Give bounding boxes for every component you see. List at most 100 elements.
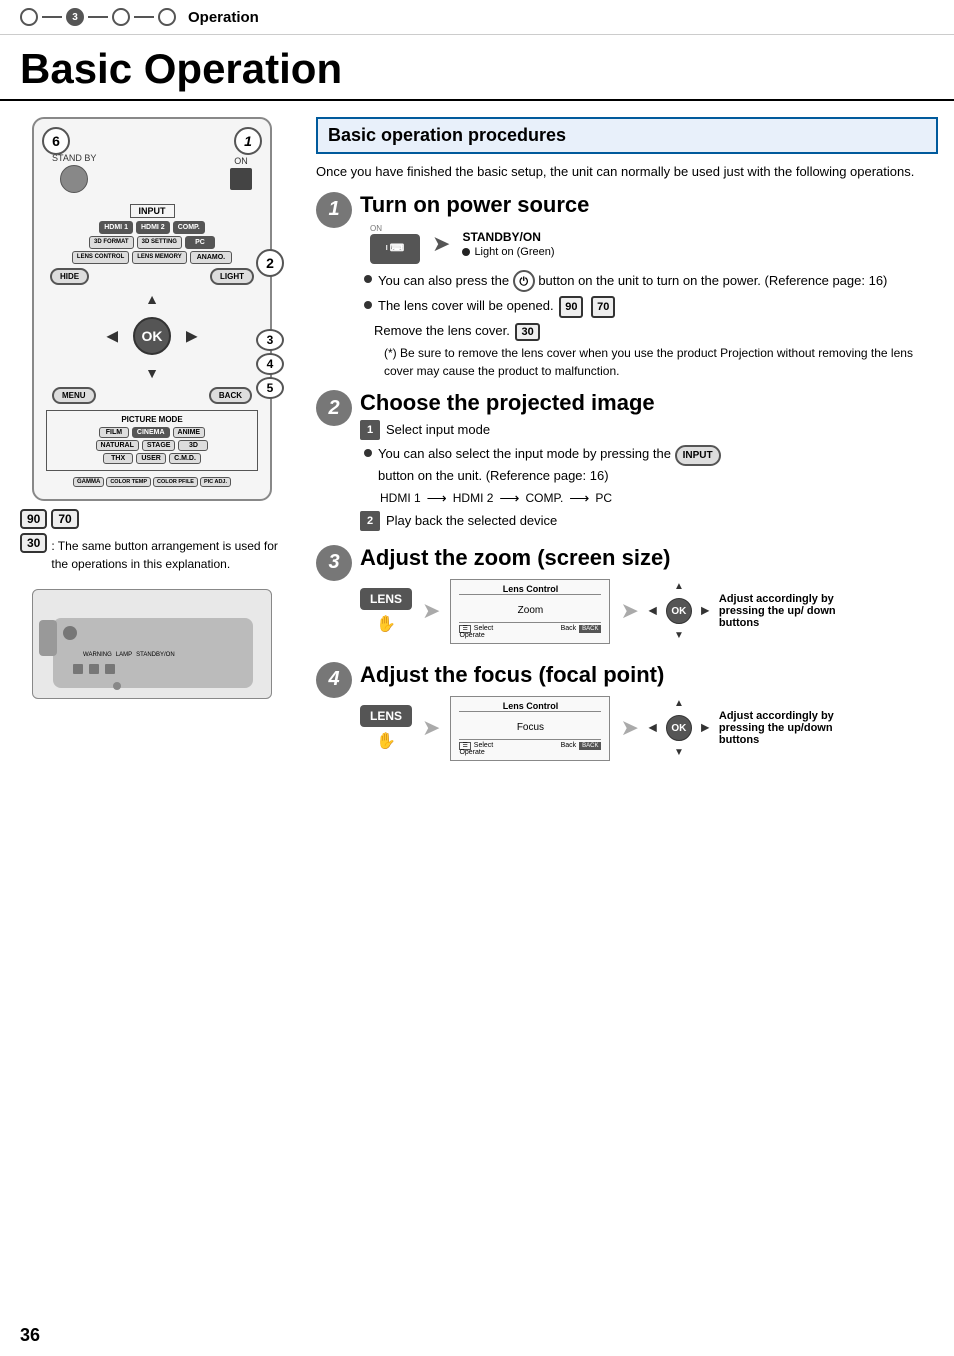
bottom-row-btns: GAMMA COLOR TEMP COLOR PFILE PIC ADJ.	[42, 475, 262, 489]
step4-back-label: Back BACK	[561, 742, 602, 756]
page-title: Basic Operation	[0, 35, 954, 101]
hdmi1-button[interactable]: HDMI 1	[99, 221, 133, 234]
step4-diagram-box: Lens Control Focus ☰ Select Operate Back	[450, 696, 610, 761]
step4-ok-button[interactable]: OK	[666, 715, 692, 741]
color-temp-button[interactable]: COLOR TEMP	[106, 477, 151, 487]
badge-90-inline: 90	[559, 296, 583, 319]
hide-light-row: HIDE LIGHT	[42, 266, 262, 287]
pm-row-2: NATURAL STAGE 3D	[51, 440, 253, 451]
step2-bullet-text: You can also select the input mode by pr…	[378, 444, 721, 486]
step4-adjust-label: Adjust accordingly by pressing the up/do…	[719, 710, 839, 746]
step3-arrow2: ➤	[620, 598, 638, 624]
anamo-button[interactable]: ANAMO.	[190, 251, 232, 264]
remove-lens-area: Remove the lens cover. 30 (*) Be sure to…	[374, 322, 938, 380]
step3-left-arrow[interactable]: ◀	[649, 606, 657, 617]
comp-button[interactable]: COMP.	[173, 221, 205, 234]
step3-ok-button[interactable]: OK	[666, 598, 692, 624]
step2-bullet-dot	[364, 449, 372, 457]
step2-sub1: 1 Select input mode	[360, 420, 938, 440]
step3-content: Adjust the zoom (screen size) LENS ✋ ➤ L…	[360, 545, 938, 652]
left-arrow[interactable]: ◀	[107, 328, 118, 345]
step3-arrow: ➤	[422, 598, 440, 624]
step4-ok-cluster: ▲ ▼ ◀ ▶ OK	[649, 698, 709, 758]
step2-sub1-num: 1	[360, 420, 380, 440]
step3-select: ☰ Select Operate	[459, 625, 493, 639]
step4-right-arrow[interactable]: ▶	[701, 723, 709, 734]
step3-up-arrow[interactable]: ▲	[674, 581, 684, 592]
caution-text: (*) Be sure to remove the lens cover whe…	[384, 344, 938, 380]
ok-button[interactable]: OK	[133, 317, 171, 355]
bullet2-text: The lens cover will be opened. 90 70	[378, 296, 617, 319]
light-green-row: Light on (Green)	[462, 246, 554, 258]
on-button[interactable]	[230, 168, 252, 190]
down-arrow[interactable]: ▼	[145, 365, 159, 381]
pc-button[interactable]: PC	[185, 236, 215, 249]
step-circle-5	[158, 8, 176, 26]
step-circle-1	[20, 8, 38, 26]
label-3: 3	[256, 329, 284, 351]
step1-arrow: ➤	[432, 231, 450, 257]
step3-diagram-title: Lens Control	[459, 584, 601, 595]
setting3d-button[interactable]: 3D SETTING	[137, 236, 182, 249]
format3d-button[interactable]: 3D FORMAT	[89, 236, 134, 249]
hide-button[interactable]: HIDE	[50, 268, 89, 285]
section-title: Operation	[188, 9, 259, 26]
standby-on-label: STANDBY/ON	[136, 652, 175, 658]
lamp-label: LAMP	[116, 652, 132, 658]
input-label: INPUT	[130, 204, 175, 218]
step4-diagram-footer: ☰ Select Operate Back BACK	[459, 739, 601, 756]
remote-top-row: STAND BY ON	[42, 149, 262, 197]
right-arrow[interactable]: ▶	[186, 328, 197, 345]
light-button[interactable]: LIGHT	[210, 268, 254, 285]
lens-control-button[interactable]: LENS CONTROL	[72, 251, 129, 264]
hdmi2-button[interactable]: HDMI 2	[136, 221, 170, 234]
procedures-title: Basic operation procedures	[328, 125, 566, 145]
color-pfile-button[interactable]: COLOR PFILE	[153, 477, 198, 487]
step4-lens-diagram: LENS ✋ ➤ Lens Control Focus ☰ Select Op	[360, 696, 938, 761]
anime-button[interactable]: ANIME	[173, 427, 206, 438]
remove-lens-text: Remove the lens cover. 30	[374, 323, 542, 338]
badge-70: 70	[51, 509, 78, 529]
step4-down-arrow[interactable]: ▼	[674, 747, 684, 758]
lens-row: LENS CONTROL LENS MEMORY ANAMO.	[42, 251, 262, 264]
step1-heading: Turn on power source	[360, 192, 938, 218]
film-button[interactable]: FILM	[99, 427, 129, 438]
standby-on-info: STANDBY/ON Light on (Green)	[462, 230, 554, 258]
3d-button[interactable]: 3D	[178, 440, 208, 451]
natural-button[interactable]: NATURAL	[96, 440, 139, 451]
step3-right-arrow[interactable]: ▶	[701, 606, 709, 617]
input-row-2: 3D FORMAT 3D SETTING PC	[42, 236, 262, 249]
page-number: 36	[20, 1325, 40, 1346]
step4-left-arrow[interactable]: ◀	[649, 723, 657, 734]
step-line-3	[134, 16, 154, 18]
ok-cluster: ▲ ▼ ◀ ▶ OK	[107, 291, 197, 381]
badge-90: 90	[20, 509, 47, 529]
thx-button[interactable]: THX	[103, 453, 133, 464]
user-button[interactable]: USER	[136, 453, 166, 464]
gamma-button[interactable]: GAMMA	[73, 477, 104, 487]
step3-down-arrow[interactable]: ▼	[674, 630, 684, 641]
up-arrow[interactable]: ▲	[145, 291, 159, 307]
pic-adj-button[interactable]: PIC ADJ.	[200, 477, 231, 487]
standby-button[interactable]	[60, 165, 88, 193]
step4-lens-btn[interactable]: LENS	[360, 705, 412, 727]
step2-sub2-label: Play back the selected device	[386, 511, 557, 531]
picture-mode-title: PICTURE MODE	[51, 415, 253, 424]
step4-up-arrow[interactable]: ▲	[674, 698, 684, 709]
proj-light	[63, 626, 77, 640]
menu-button[interactable]: MENU	[52, 387, 96, 404]
hdmi-flow: HDMI 1 ⟶ HDMI 2 ⟶ COMP. ⟶ PC	[380, 490, 938, 507]
cmd-button[interactable]: C.M.D.	[169, 453, 201, 464]
input-row-1: HDMI 1 HDMI 2 COMP.	[42, 221, 262, 234]
step3-lens-btn[interactable]: LENS	[360, 588, 412, 610]
step3-num: 3	[316, 545, 352, 581]
lens-memory-button[interactable]: LENS MEMORY	[132, 251, 186, 264]
stage-button[interactable]: STAGE	[142, 440, 176, 451]
on-label: ON	[234, 156, 248, 166]
step3-diagram-content: Zoom	[459, 599, 601, 622]
hdmi1-flow: HDMI 1	[380, 491, 421, 505]
cinema-button[interactable]: CINEMA	[132, 427, 170, 438]
back-button[interactable]: BACK	[209, 387, 252, 404]
step4-select: ☰ Select Operate	[459, 742, 493, 756]
step4-content: Adjust the focus (focal point) LENS ✋ ➤ …	[360, 662, 938, 769]
